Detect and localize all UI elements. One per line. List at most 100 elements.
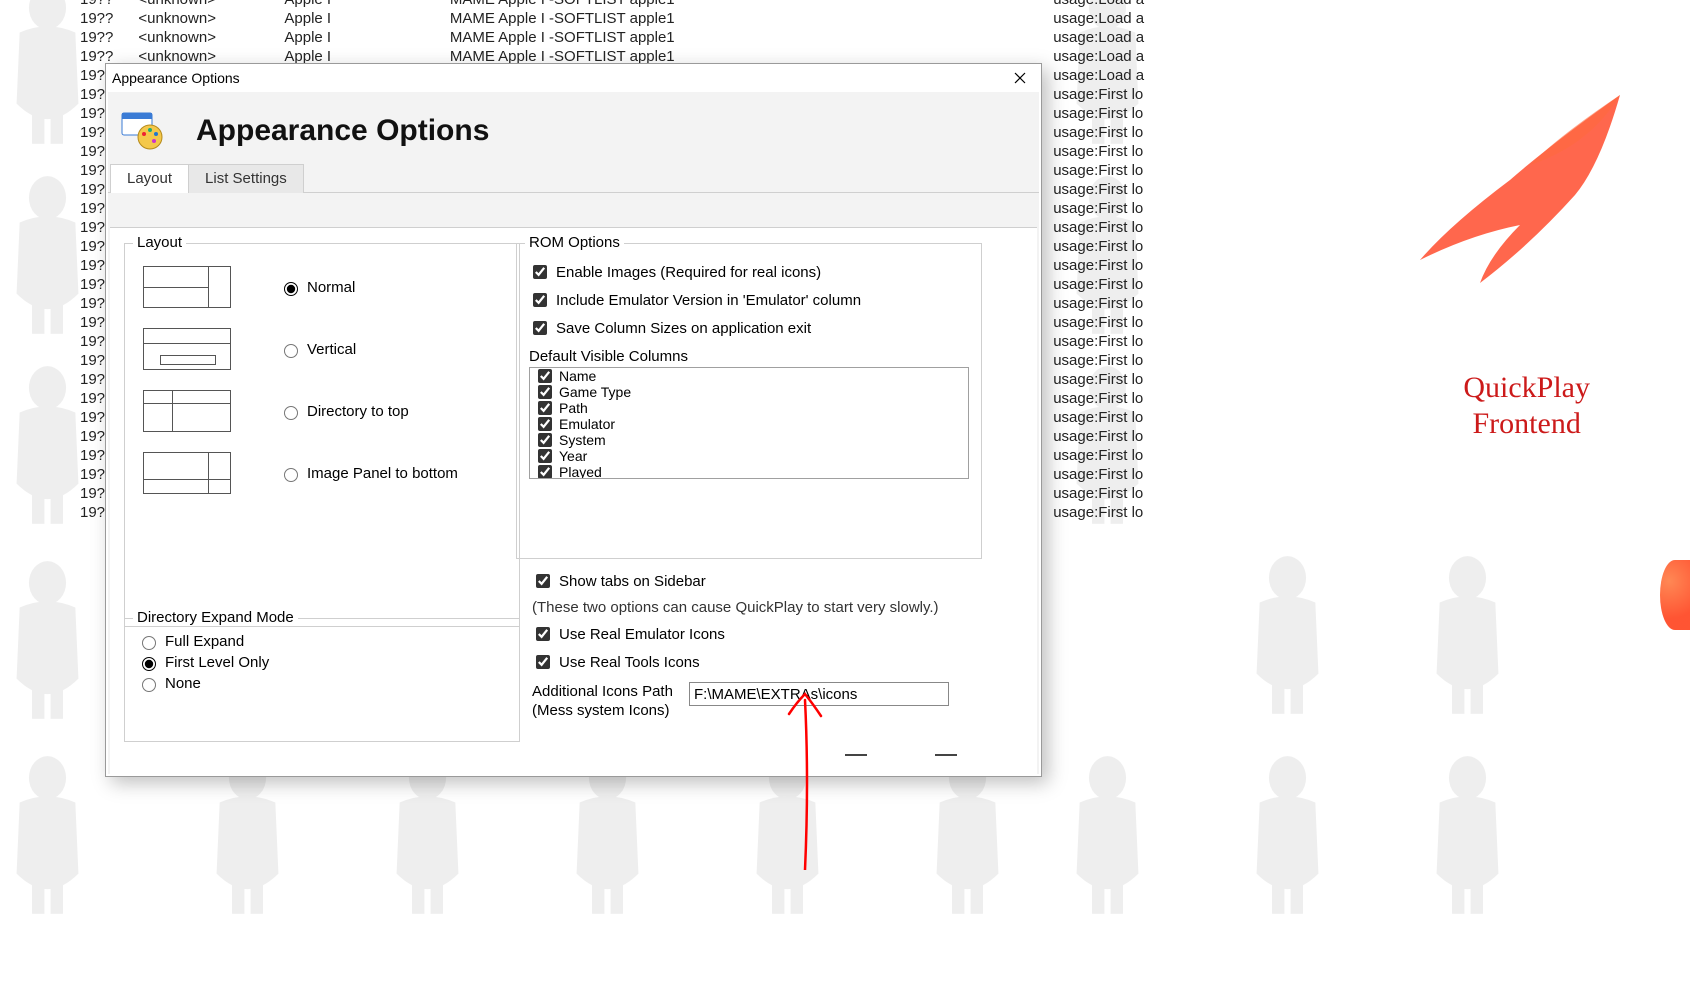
check-include-version[interactable]: Include Emulator Version in 'Emulator' c…	[529, 290, 969, 310]
layout-group-legend: Layout	[133, 234, 186, 251]
list-item-label: Year	[559, 448, 587, 464]
list-item-check[interactable]	[538, 465, 552, 479]
radio-normal-input[interactable]	[284, 282, 298, 296]
table-row: 19??<unknown>Apple IMAME Apple I -SOFTLI…	[80, 0, 1170, 9]
check-show-tabs-input[interactable]	[536, 574, 550, 588]
rom-options-group: ROM Options Enable Images (Required for …	[516, 243, 982, 559]
layout-thumb-vertical-icon	[143, 328, 231, 370]
layout-thumb-normal-icon	[143, 266, 231, 308]
list-item[interactable]: Path	[530, 400, 968, 416]
radio-none-expand[interactable]: None	[137, 675, 507, 692]
check-enable-images-label: Enable Images (Required for real icons)	[556, 264, 821, 281]
list-item[interactable]: Year	[530, 448, 968, 464]
layout-group: Layout Normal Vertical	[124, 243, 520, 627]
brand-line1: QuickPlay	[1463, 370, 1590, 406]
list-item[interactable]: Played	[530, 464, 968, 479]
close-button[interactable]	[999, 64, 1041, 92]
list-item-check[interactable]	[538, 385, 552, 399]
brand-line2: Frontend	[1463, 406, 1590, 442]
radio-none-expand-label: None	[165, 675, 201, 692]
page-title: Appearance Options	[196, 114, 489, 148]
list-item-check[interactable]	[538, 417, 552, 431]
check-real-tools-icons-input[interactable]	[536, 655, 550, 669]
list-item-check[interactable]	[538, 369, 552, 383]
check-real-tools-icons[interactable]: Use Real Tools Icons	[532, 652, 972, 672]
background-figure-icon	[1060, 750, 1155, 920]
window-title: Appearance Options	[112, 70, 999, 86]
background-figure-icon	[1420, 550, 1515, 720]
dialog-button-placeholder-2[interactable]	[935, 754, 957, 756]
radio-full-expand[interactable]: Full Expand	[137, 633, 507, 650]
radio-imgbottom-input[interactable]	[284, 468, 298, 482]
list-item-check[interactable]	[538, 449, 552, 463]
radio-dirtop-input[interactable]	[284, 406, 298, 420]
appearance-icon	[118, 107, 166, 155]
radio-full-expand-label: Full Expand	[165, 633, 244, 650]
radio-vertical-label: Vertical	[307, 341, 356, 358]
list-item[interactable]: Game Type	[530, 384, 968, 400]
list-item-label: System	[559, 432, 606, 448]
rom-options-legend: ROM Options	[525, 234, 624, 251]
background-figure-icon	[0, 750, 95, 920]
background-figure-icon	[1240, 550, 1335, 720]
icons-path-label: Additional Icons Path (Mess system Icons…	[532, 682, 677, 720]
radio-first-level-input[interactable]	[142, 657, 156, 671]
list-item-check[interactable]	[538, 401, 552, 415]
dir-expand-legend: Directory Expand Mode	[133, 609, 298, 626]
slow-start-note: (These two options can cause QuickPlay t…	[532, 599, 972, 616]
background-figure-icon	[1420, 750, 1515, 920]
dir-expand-group: Directory Expand Mode Full Expand First …	[124, 618, 520, 742]
tabstrip: Layout List Settings	[108, 163, 1039, 193]
radio-normal-label: Normal	[307, 279, 355, 296]
check-real-emu-icons[interactable]: Use Real Emulator Icons	[532, 624, 972, 644]
check-save-cols[interactable]: Save Column Sizes on application exit	[529, 318, 969, 338]
list-item-label: Game Type	[559, 384, 631, 400]
bird-logo-icon	[1410, 85, 1630, 285]
radio-first-level-label: First Level Only	[165, 654, 269, 671]
radio-first-level[interactable]: First Level Only	[137, 654, 507, 671]
list-item[interactable]: System	[530, 432, 968, 448]
appearance-options-dialog: Appearance Options Appearance Options La…	[105, 63, 1042, 777]
list-item-check[interactable]	[538, 433, 552, 447]
check-show-tabs[interactable]: Show tabs on Sidebar	[532, 571, 972, 591]
list-item[interactable]: Name	[530, 368, 968, 384]
check-real-emu-icons-label: Use Real Emulator Icons	[559, 626, 725, 643]
dialog-button-placeholder-1[interactable]	[845, 754, 867, 756]
radio-vertical-input[interactable]	[284, 344, 298, 358]
table-row: 19??<unknown>Apple IMAME Apple I -SOFTLI…	[80, 9, 1170, 28]
background-figure-icon	[0, 555, 95, 725]
brand-text: QuickPlay Frontend	[1463, 370, 1590, 442]
tab-list-settings[interactable]: List Settings	[188, 164, 304, 193]
layout-thumb-img-icon	[143, 452, 231, 494]
visible-columns-label: Default Visible Columns	[529, 348, 969, 365]
titlebar[interactable]: Appearance Options	[106, 64, 1041, 92]
check-real-tools-icons-label: Use Real Tools Icons	[559, 654, 700, 671]
visible-columns-list[interactable]: NameGame TypePathEmulatorSystemYearPlaye…	[529, 367, 969, 479]
background-figure-icon	[1240, 750, 1335, 920]
check-save-cols-label: Save Column Sizes on application exit	[556, 320, 811, 337]
radio-dirtop-label: Directory to top	[307, 403, 409, 420]
list-item-label: Played	[559, 464, 602, 479]
check-save-cols-input[interactable]	[533, 321, 547, 335]
check-include-version-label: Include Emulator Version in 'Emulator' c…	[556, 292, 861, 309]
flame-decoration-icon	[1660, 560, 1690, 630]
check-enable-images[interactable]: Enable Images (Required for real icons)	[529, 262, 969, 282]
check-include-version-input[interactable]	[533, 293, 547, 307]
list-item-label: Emulator	[559, 416, 615, 432]
radio-none-expand-input[interactable]	[142, 678, 156, 692]
check-enable-images-input[interactable]	[533, 265, 547, 279]
radio-vertical[interactable]: Vertical	[279, 341, 356, 358]
list-item[interactable]: Emulator	[530, 416, 968, 432]
layout-thumb-dir-icon	[143, 390, 231, 432]
check-show-tabs-label: Show tabs on Sidebar	[559, 573, 706, 590]
radio-dirtop[interactable]: Directory to top	[279, 403, 409, 420]
icons-path-input[interactable]	[689, 682, 949, 706]
tab-layout[interactable]: Layout	[110, 164, 189, 193]
list-item-label: Path	[559, 400, 588, 416]
radio-imgbottom[interactable]: Image Panel to bottom	[279, 465, 458, 482]
radio-full-expand-input[interactable]	[142, 636, 156, 650]
table-row: 19??<unknown>Apple IMAME Apple I -SOFTLI…	[80, 28, 1170, 47]
list-item-label: Name	[559, 368, 596, 384]
radio-normal[interactable]: Normal	[279, 279, 355, 296]
check-real-emu-icons-input[interactable]	[536, 627, 550, 641]
